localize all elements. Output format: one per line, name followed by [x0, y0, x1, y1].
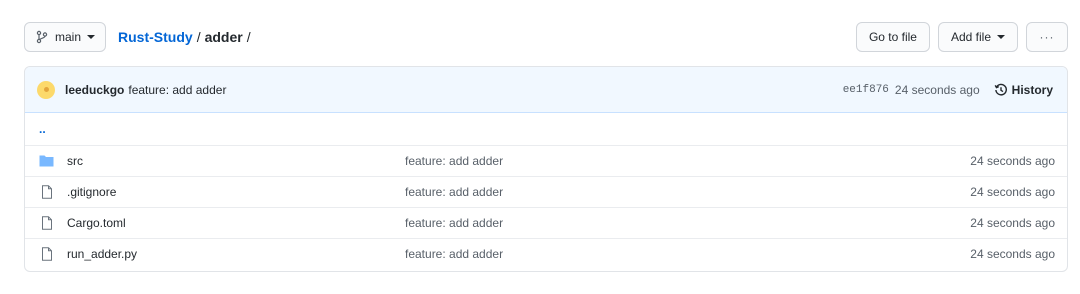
parent-directory-row[interactable]: ..: [25, 113, 1067, 145]
add-file-label: Add file: [950, 30, 991, 44]
file-name-link[interactable]: src: [67, 154, 405, 168]
file-commit-message-link[interactable]: feature: add adder: [405, 247, 503, 261]
folder-icon: [39, 154, 55, 168]
chevron-down-icon: [997, 35, 1005, 39]
file-row[interactable]: run_adder.py feature: add adder 24 secon…: [25, 238, 1067, 269]
commit-author-link[interactable]: leeduckgo: [65, 83, 124, 97]
file-commit-time: 24 seconds ago: [970, 216, 1055, 230]
commit-sha-link[interactable]: ee1f876: [843, 84, 889, 96]
branch-select-button[interactable]: main: [24, 22, 107, 52]
parent-directory-link[interactable]: ..: [39, 122, 46, 136]
file-actions: Go to file Add file ···: [848, 22, 1068, 52]
file-commit-time: 24 seconds ago: [970, 185, 1055, 199]
add-file-button[interactable]: Add file: [937, 22, 1018, 52]
file-name-link[interactable]: run_adder.py: [67, 247, 405, 261]
more-options-button[interactable]: ···: [1026, 22, 1068, 52]
history-label: History: [1011, 82, 1053, 97]
breadcrumb: Rust-Study / adder /: [118, 29, 255, 45]
file-row[interactable]: Cargo.toml feature: add adder 24 seconds…: [25, 207, 1067, 238]
avatar-dot: [43, 87, 49, 92]
file-list: leeduckgo feature: add adder ee1f876 24 …: [24, 66, 1068, 272]
file-commit-time: 24 seconds ago: [970, 154, 1055, 168]
file-icon: [39, 247, 55, 261]
breadcrumb-separator: /: [246, 29, 251, 45]
branch-name: main: [55, 30, 82, 44]
file-commit-message-link[interactable]: feature: add adder: [405, 216, 503, 230]
avatar[interactable]: [37, 80, 55, 99]
history-link[interactable]: History: [994, 83, 1053, 97]
commit-message-link[interactable]: feature: add adder: [128, 83, 226, 97]
latest-commit-bar: leeduckgo feature: add adder ee1f876 24 …: [25, 67, 1067, 113]
breadcrumb-current: adder: [204, 29, 243, 45]
go-to-file-button[interactable]: Go to file: [855, 22, 930, 52]
breadcrumb-separator: /: [196, 29, 201, 45]
git-branch-icon: [35, 30, 49, 44]
file-name-link[interactable]: .gitignore: [67, 185, 405, 199]
file-row[interactable]: src feature: add adder 24 seconds ago: [25, 145, 1067, 176]
file-icon: [39, 185, 55, 199]
commit-time: 24 seconds ago: [894, 82, 980, 97]
file-row[interactable]: .gitignore feature: add adder 24 seconds…: [25, 176, 1067, 207]
file-commit-message-link[interactable]: feature: add adder: [405, 154, 503, 168]
breadcrumb-repo-link[interactable]: Rust-Study: [118, 29, 193, 45]
file-commit-message-link[interactable]: feature: add adder: [405, 185, 503, 199]
kebab-horizontal-icon: ···: [1039, 30, 1055, 44]
chevron-down-icon: [87, 35, 96, 39]
history-icon: [994, 83, 1008, 97]
go-to-file-label: Go to file: [868, 30, 917, 44]
file-commit-time: 24 seconds ago: [970, 247, 1055, 261]
file-icon: [39, 216, 55, 230]
file-navigation-bar: main Rust-Study / adder / Go to file Add…: [24, 22, 1068, 52]
file-name-link[interactable]: Cargo.toml: [67, 216, 405, 230]
